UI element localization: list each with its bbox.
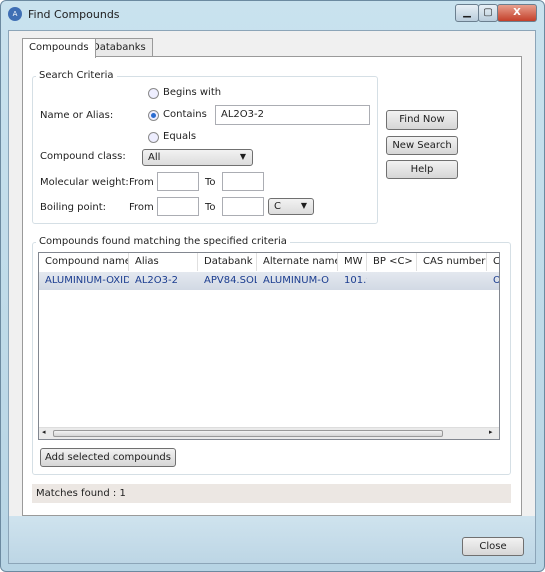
cell-bp — [367, 272, 417, 290]
results-legend: Compounds found matching the specified c… — [36, 236, 290, 247]
minimize-button[interactable]: ▁ — [455, 4, 479, 22]
cell-alternate-name: ALUMINUM-O — [263, 275, 329, 286]
tab-compounds[interactable]: Compounds — [22, 38, 96, 58]
bp-to-label: To — [205, 202, 216, 213]
bp-to-input[interactable] — [222, 197, 264, 216]
close-button[interactable]: Close — [462, 537, 524, 556]
scrollbar-thumb[interactable] — [53, 430, 443, 437]
mw-from-label: From — [129, 177, 154, 188]
results-list[interactable]: Compound name Alias Databank Alternate n… — [38, 252, 500, 440]
close-window-button[interactable]: X — [497, 4, 537, 22]
window-title: Find Compounds — [28, 8, 120, 21]
cell-cas — [417, 272, 487, 290]
cell-mw: 101.9 — [344, 275, 367, 286]
bp-from-input[interactable] — [157, 197, 199, 216]
add-selected-compounds-button[interactable]: Add selected compounds — [40, 448, 176, 467]
horizontal-scrollbar[interactable]: ◂ ▸ — [39, 427, 499, 439]
radio-equals[interactable] — [148, 132, 159, 143]
radio-contains[interactable] — [148, 110, 159, 121]
col-bp[interactable]: BP <C> — [367, 253, 417, 271]
cell-alias: AL2O3-2 — [135, 275, 178, 286]
compound-class-label: Compound class: — [40, 151, 126, 162]
cell-compound-name: ALUMINIUM-OXID — [45, 275, 129, 286]
col-compound-name[interactable]: Compound name — [39, 253, 129, 271]
status-bar: Matches found : 1 — [32, 484, 511, 503]
chevron-down-icon: ▼ — [239, 152, 246, 161]
bp-unit-select[interactable]: C ▼ — [268, 198, 314, 215]
col-databank[interactable]: Databank — [198, 253, 257, 271]
bp-from-label: From — [129, 202, 154, 213]
radio-begins-with-label: Begins with — [163, 87, 222, 98]
app-icon: A — [8, 7, 22, 21]
col-mw[interactable]: MW — [338, 253, 367, 271]
scroll-right-icon[interactable]: ▸ — [489, 428, 493, 436]
help-button[interactable]: Help — [386, 160, 458, 179]
col-co[interactable]: Co — [487, 253, 499, 271]
cell-databank: APV84.SOL — [204, 275, 257, 286]
name-alias-input[interactable]: AL2O3-2 — [215, 105, 370, 125]
mw-label: Molecular weight: — [40, 177, 129, 188]
maximize-button[interactable]: ▢ — [478, 4, 498, 22]
mw-to-input[interactable] — [222, 172, 264, 191]
col-alternate-name[interactable]: Alternate name — [257, 253, 338, 271]
bp-unit-value: C — [274, 201, 281, 212]
compound-class-value: All — [148, 152, 161, 163]
search-criteria-legend: Search Criteria — [36, 70, 117, 81]
radio-begins-with[interactable] — [148, 88, 159, 99]
col-alias[interactable]: Alias — [129, 253, 198, 271]
bp-label: Boiling point: — [40, 202, 107, 213]
radio-equals-label: Equals — [163, 131, 197, 142]
find-now-button[interactable]: Find Now — [386, 110, 458, 130]
new-search-button[interactable]: New Search — [386, 136, 458, 155]
scroll-left-icon[interactable]: ◂ — [42, 428, 46, 436]
mw-to-label: To — [205, 177, 216, 188]
cell-co: O — [487, 272, 499, 290]
radio-contains-label: Contains — [163, 109, 207, 120]
chevron-down-icon: ▼ — [300, 201, 307, 210]
name-alias-label: Name or Alias: — [40, 110, 114, 121]
compound-class-select[interactable]: All ▼ — [142, 149, 253, 166]
col-cas-number[interactable]: CAS number — [417, 253, 487, 271]
mw-from-input[interactable] — [157, 172, 199, 191]
footer-area — [9, 516, 535, 563]
